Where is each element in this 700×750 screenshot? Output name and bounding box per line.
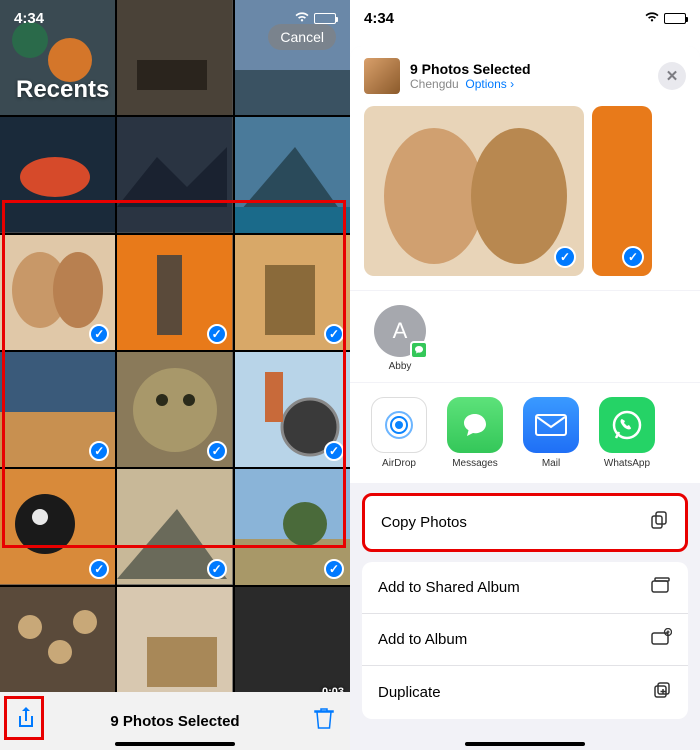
home-indicator bbox=[465, 742, 585, 746]
checkmark-icon: ✓ bbox=[89, 559, 109, 579]
photo-thumbnail[interactable] bbox=[117, 587, 232, 702]
app-label: AirDrop bbox=[382, 458, 416, 469]
add-album-icon bbox=[650, 628, 672, 651]
checkmark-icon: ✓ bbox=[207, 441, 227, 461]
photo-thumbnail[interactable]: ✓ bbox=[117, 469, 232, 584]
app-label: WhatsApp bbox=[604, 458, 650, 469]
action-label: Add to Album bbox=[378, 631, 467, 648]
app-airdrop[interactable]: AirDrop bbox=[370, 397, 428, 469]
photo-thumbnail[interactable] bbox=[0, 587, 115, 702]
photo-thumbnail[interactable]: 0:03 bbox=[235, 587, 350, 702]
action-duplicate[interactable]: Duplicate bbox=[362, 666, 688, 719]
preview-photo[interactable]: ✓ bbox=[364, 106, 584, 276]
battery-icon bbox=[314, 13, 336, 24]
photo-thumbnail[interactable] bbox=[235, 117, 350, 232]
mail-icon bbox=[523, 397, 579, 453]
home-indicator bbox=[115, 742, 235, 746]
action-shared-album[interactable]: Add to Shared Album bbox=[362, 562, 688, 614]
photos-selection-screen: 4:34 Cancel Recents ✓ ✓ ✓ ✓ ✓ ✓ ✓ ✓ ✓ bbox=[0, 0, 350, 750]
close-icon: ✕ bbox=[666, 67, 679, 85]
status-bar: 4:34 bbox=[0, 0, 350, 36]
contact-name: Abby bbox=[389, 361, 412, 372]
sheet-subtitle: Chengdu Options › bbox=[410, 77, 531, 91]
action-label: Add to Shared Album bbox=[378, 579, 520, 596]
sheet-header: 9 Photos Selected Chengdu Options › ✕ bbox=[350, 46, 700, 106]
share-sheet: 9 Photos Selected Chengdu Options › ✕ ✓ … bbox=[350, 46, 700, 750]
selection-count-label: 9 Photos Selected bbox=[110, 713, 239, 730]
preview-photo[interactable]: ✓ bbox=[592, 106, 652, 276]
app-label: Messages bbox=[452, 458, 498, 469]
close-button[interactable]: ✕ bbox=[658, 62, 686, 90]
app-mail[interactable]: Mail bbox=[522, 397, 580, 469]
apps-row: AirDrop Messages Mail WhatsApp bbox=[350, 383, 700, 483]
avatar-initial: A bbox=[393, 318, 408, 344]
airdrop-icon bbox=[371, 397, 427, 453]
battery-icon bbox=[664, 13, 686, 24]
preview-strip[interactable]: ✓ ✓ bbox=[350, 106, 700, 290]
chevron-right-icon: › bbox=[510, 77, 514, 91]
checkmark-icon: ✓ bbox=[207, 324, 227, 344]
checkmark-icon: ✓ bbox=[554, 246, 576, 268]
action-copy-photos[interactable]: Copy Photos bbox=[362, 493, 688, 552]
trash-icon[interactable] bbox=[314, 707, 334, 735]
sheet-title: 9 Photos Selected bbox=[410, 61, 531, 77]
app-label: Mail bbox=[542, 458, 560, 469]
checkmark-icon: ✓ bbox=[324, 324, 344, 344]
photo-thumbnail[interactable]: ✓ bbox=[0, 235, 115, 350]
photo-thumbnail[interactable]: ✓ bbox=[117, 235, 232, 350]
photo-thumbnail[interactable]: ✓ bbox=[235, 235, 350, 350]
share-sheet-screen: 4:34 9 Photos Selected Chengdu Options ›… bbox=[350, 0, 700, 750]
action-list: Add to Shared Album Add to Album Duplica… bbox=[362, 562, 688, 719]
action-add-album[interactable]: Add to Album bbox=[362, 614, 688, 666]
contacts-row: A Abby bbox=[350, 291, 700, 382]
photo-thumbnail[interactable]: ✓ bbox=[0, 352, 115, 467]
app-whatsapp[interactable]: WhatsApp bbox=[598, 397, 656, 469]
options-link[interactable]: Options › bbox=[465, 77, 514, 91]
checkmark-icon: ✓ bbox=[207, 559, 227, 579]
whatsapp-icon bbox=[599, 397, 655, 453]
shared-album-icon bbox=[650, 576, 672, 599]
status-time: 4:34 bbox=[14, 10, 44, 27]
action-label: Copy Photos bbox=[381, 514, 467, 531]
photo-thumbnail[interactable]: ✓ bbox=[235, 352, 350, 467]
photo-thumbnail[interactable] bbox=[117, 117, 232, 232]
action-label: Duplicate bbox=[378, 684, 441, 701]
checkmark-icon: ✓ bbox=[622, 246, 644, 268]
photo-grid: ✓ ✓ ✓ ✓ ✓ ✓ ✓ ✓ ✓ 0:03 bbox=[0, 0, 350, 702]
header-text: 9 Photos Selected Chengdu Options › bbox=[410, 61, 531, 91]
messages-badge-icon bbox=[410, 341, 428, 359]
album-title: Recents bbox=[16, 76, 109, 104]
photo-thumbnail[interactable] bbox=[0, 117, 115, 232]
duplicate-icon bbox=[652, 680, 672, 705]
checkmark-icon: ✓ bbox=[324, 559, 344, 579]
contact-suggestion[interactable]: A Abby bbox=[370, 305, 430, 372]
app-messages[interactable]: Messages bbox=[446, 397, 504, 469]
avatar: A bbox=[374, 305, 426, 357]
location-label: Chengdu bbox=[410, 77, 459, 91]
wifi-icon bbox=[644, 10, 660, 27]
status-right bbox=[294, 10, 336, 27]
status-bar: 4:34 bbox=[350, 0, 700, 36]
messages-icon bbox=[447, 397, 503, 453]
status-time: 4:34 bbox=[364, 10, 394, 27]
photo-thumbnail[interactable]: ✓ bbox=[0, 469, 115, 584]
header-thumbnail bbox=[364, 58, 400, 94]
status-right bbox=[644, 10, 686, 27]
wifi-icon bbox=[294, 10, 310, 27]
photo-thumbnail[interactable]: ✓ bbox=[235, 469, 350, 584]
share-icon[interactable] bbox=[16, 706, 36, 736]
copy-icon bbox=[649, 510, 669, 535]
photo-thumbnail[interactable]: ✓ bbox=[117, 352, 232, 467]
